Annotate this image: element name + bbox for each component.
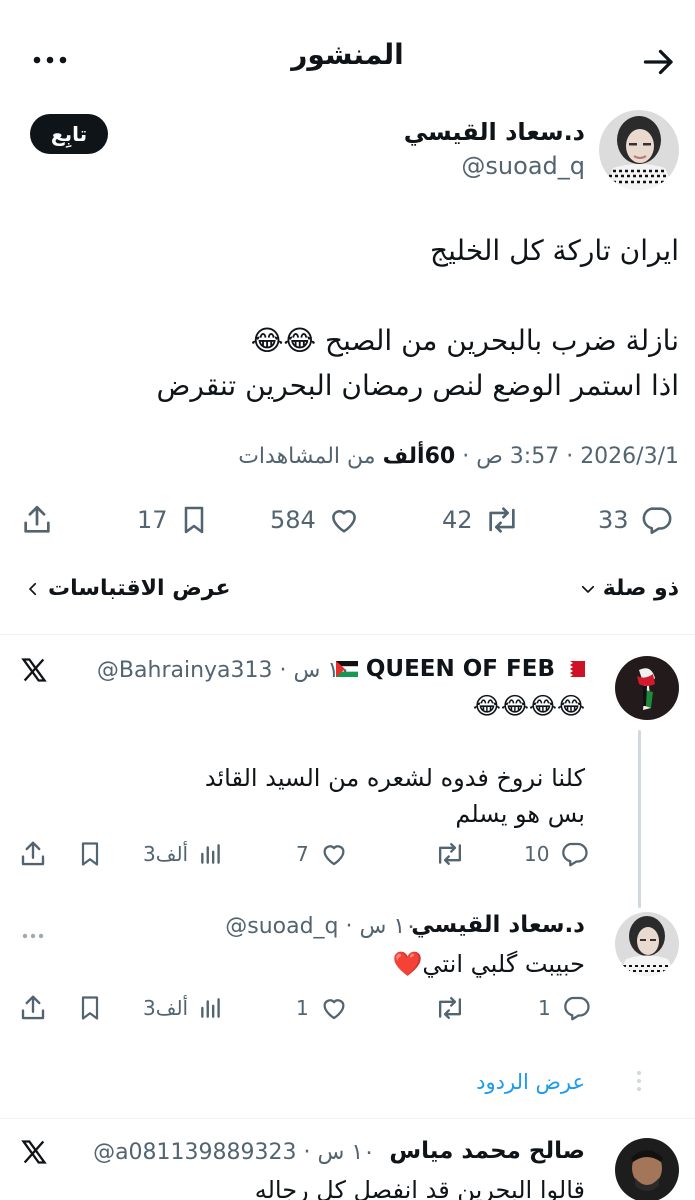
author-avatar[interactable]: [599, 110, 679, 190]
reply-sort-label: ذو صلة: [602, 576, 679, 601]
author-name[interactable]: د.سعاد القيسي: [404, 118, 585, 146]
follow-button[interactable]: تابِع: [30, 114, 108, 154]
reply-handle-time[interactable]: @Bahrainya313 · ١٠ س: [97, 658, 351, 683]
reply-button[interactable]: 10: [524, 834, 589, 874]
like-button[interactable]: 584: [270, 500, 362, 540]
reply-avatar[interactable]: [615, 1138, 679, 1200]
post-date: 2026/3/1: [580, 444, 679, 469]
filter-row: ذو صلة عرض الاقتباسات: [0, 572, 695, 612]
x-logo-icon: [21, 658, 47, 682]
reply-count: 33: [598, 506, 629, 534]
more-icon: [22, 933, 44, 939]
views-count: 60ألف: [382, 444, 456, 469]
thread-line: [638, 730, 641, 908]
repost-icon: [438, 996, 462, 1020]
reply-sort-dropdown[interactable]: ذو صلة: [579, 576, 679, 601]
repost-icon: [438, 842, 462, 866]
share-icon: [24, 505, 50, 533]
more-options-button[interactable]: [32, 52, 68, 68]
repost-button[interactable]: [434, 834, 466, 874]
post-meta: 2026/3/1 · 3:57 ص · 60ألف من المشاهدات: [238, 444, 679, 469]
like-icon: [331, 510, 356, 533]
chevron-left-icon: [29, 582, 37, 595]
reply-button[interactable]: 1: [538, 988, 591, 1028]
view-quotes-link[interactable]: عرض الاقتباسات: [26, 576, 231, 601]
page-title: المنشور: [291, 38, 404, 71]
reply-author-name[interactable]: د.سعاد القيسي: [411, 912, 585, 938]
like-button[interactable]: 1: [296, 988, 349, 1028]
view-quotes-label: عرض الاقتباسات: [48, 576, 231, 601]
chevron-down-icon: [581, 585, 594, 593]
show-replies-link[interactable]: عرض الردود: [476, 1070, 585, 1094]
reply-button[interactable]: 33: [598, 500, 673, 540]
repost-icon: [488, 507, 515, 533]
bookmark-count: 17: [137, 506, 168, 534]
views-label: من المشاهدات: [238, 444, 376, 469]
views-button[interactable]: 3ألف: [143, 988, 224, 1028]
reply-action-bar: 10 7 3ألف: [0, 834, 695, 874]
more-options-button[interactable]: [22, 924, 44, 943]
reply-action-bar: 1 1 3ألف: [0, 988, 695, 1028]
repost-button[interactable]: 42: [442, 500, 521, 540]
post-action-bar: 33 42 584 17: [0, 500, 695, 540]
reply-author-name[interactable]: QUEEN OF FEB: [335, 656, 585, 683]
views-button[interactable]: 3ألف: [143, 834, 224, 874]
reply-text: قالوا البحرين قد انفصل كل رجاله: [254, 1176, 585, 1200]
post-time: 3:57 ص: [476, 444, 560, 469]
post-text: ايران تاركة كل الخليج نازلة ضرب بالبحرين…: [156, 234, 679, 402]
share-icon: [21, 841, 45, 866]
reply-icon: [563, 996, 590, 1021]
reply-author-name[interactable]: صالح محمد مياس: [389, 1138, 585, 1164]
like-icon: [323, 999, 345, 1020]
like-count: 584: [270, 506, 316, 534]
reply-handle-time[interactable]: @suoad_q · ١٠ س: [225, 914, 417, 939]
x-logo-icon: [21, 1140, 47, 1164]
repost-button[interactable]: [434, 988, 466, 1028]
share-button[interactable]: [18, 834, 48, 874]
views-icon: [201, 998, 220, 1018]
thread-dots: [636, 1070, 642, 1096]
reply-icon: [642, 507, 671, 535]
more-icon: [33, 56, 67, 64]
reply-handle-time[interactable]: @a081139889323 · ١٠ س: [93, 1140, 375, 1165]
divider: [0, 1118, 695, 1119]
reply-avatar[interactable]: [615, 656, 679, 720]
author-handle[interactable]: @suoad_q: [461, 152, 585, 180]
reply-icon: [562, 842, 589, 867]
views-icon: [201, 844, 220, 864]
top-bar: المنشور: [0, 0, 695, 120]
bookmark-icon: [184, 506, 203, 534]
share-button[interactable]: [20, 500, 54, 540]
divider: [0, 634, 695, 635]
reply-text: 😂😂😂😂 كلنا نروخ فدوه لشعره من السيد القائ…: [204, 692, 585, 828]
reply-text: حبيبت گلبي انتي❤️: [392, 950, 585, 978]
share-icon: [21, 995, 45, 1020]
bahrain-flag-icon: [563, 657, 585, 683]
reply-avatar[interactable]: [615, 912, 679, 976]
like-icon: [323, 845, 345, 866]
x-logo-button[interactable]: [20, 656, 48, 688]
like-button[interactable]: 7: [296, 834, 349, 874]
bookmark-icon: [81, 996, 99, 1020]
x-logo-button[interactable]: [20, 1138, 48, 1170]
share-button[interactable]: [18, 988, 48, 1028]
bookmark-button[interactable]: [76, 988, 104, 1028]
bookmark-button[interactable]: 17: [137, 500, 210, 540]
bookmark-button[interactable]: [76, 834, 104, 874]
bookmark-icon: [81, 842, 99, 866]
repost-count: 42: [442, 506, 473, 534]
